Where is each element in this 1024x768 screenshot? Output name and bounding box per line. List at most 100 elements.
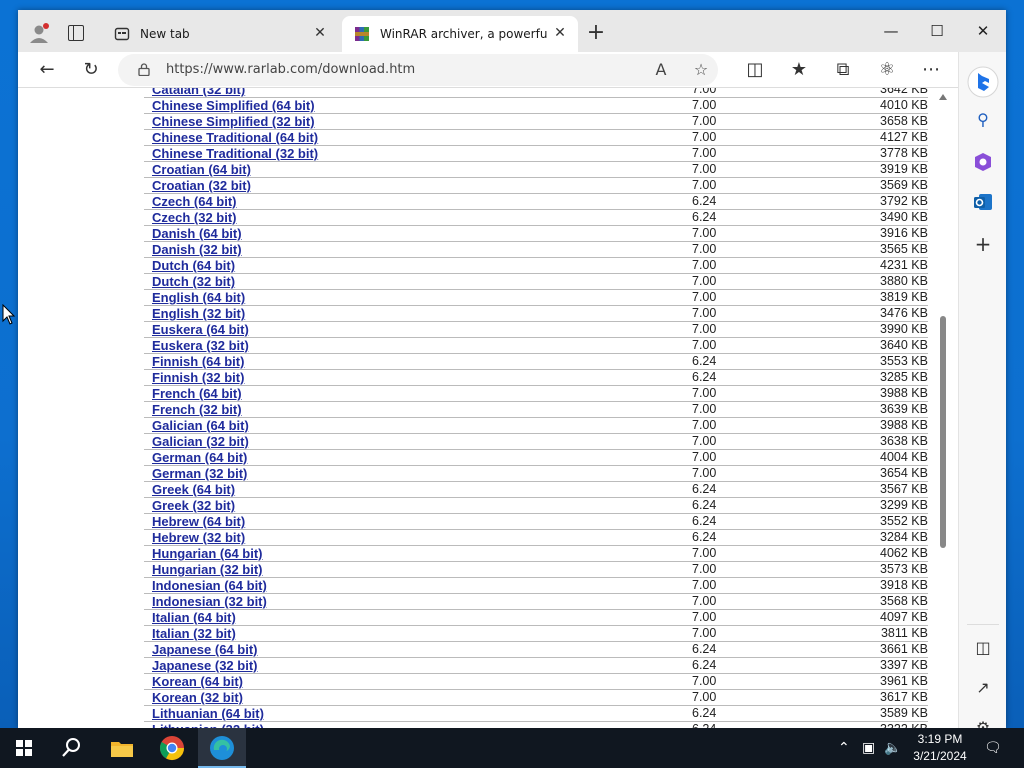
download-link[interactable]: Italian (64 bit) [152, 610, 236, 625]
version-cell: 7.00 [692, 98, 717, 112]
download-link[interactable]: French (64 bit) [152, 386, 242, 401]
edge-icon[interactable] [208, 734, 236, 762]
download-link[interactable]: Euskera (64 bit) [152, 322, 249, 337]
lock-icon[interactable] [138, 63, 150, 76]
size-cell: 3916 KB [880, 226, 928, 240]
version-cell: 6.24 [692, 642, 717, 656]
file-explorer-icon[interactable] [108, 734, 136, 762]
download-link[interactable]: Greek (64 bit) [152, 482, 235, 497]
download-link[interactable]: Japanese (64 bit) [152, 642, 258, 657]
download-link[interactable]: Czech (64 bit) [152, 194, 237, 209]
download-link[interactable]: Galician (32 bit) [152, 434, 249, 449]
favorite-star-icon[interactable]: ☆ [690, 59, 712, 81]
add-sidebar-app-icon[interactable]: + [971, 232, 995, 256]
download-link[interactable]: Chinese Traditional (32 bit) [152, 146, 318, 161]
download-link[interactable]: Euskera (32 bit) [152, 338, 249, 353]
system-clock[interactable]: 3:19 PM 3/21/2024 [904, 731, 976, 765]
start-windows-icon[interactable] [10, 734, 38, 762]
download-link[interactable]: Hungarian (32 bit) [152, 562, 263, 577]
download-link[interactable]: English (32 bit) [152, 306, 245, 321]
download-link[interactable]: Dutch (64 bit) [152, 258, 235, 273]
download-link[interactable]: Czech (32 bit) [152, 210, 237, 225]
download-link[interactable]: Chinese Simplified (64 bit) [152, 98, 315, 113]
tab-new-tab[interactable]: New tab ✕ [102, 16, 338, 52]
download-link[interactable]: Indonesian (32 bit) [152, 594, 267, 609]
version-cell: 6.24 [692, 370, 717, 384]
download-link[interactable]: Hungarian (64 bit) [152, 546, 263, 561]
version-cell: 7.00 [692, 258, 717, 272]
download-link[interactable]: German (32 bit) [152, 466, 247, 481]
tab-winrar[interactable]: WinRAR archiver, a powerful tool ✕ [342, 16, 578, 52]
new-tab-button[interactable]: + [584, 22, 608, 46]
hide-sidebar-icon[interactable]: ◫ [971, 636, 995, 660]
download-row: Dutch (64 bit) 7.00 4231 KB [144, 258, 928, 274]
more-options-icon[interactable]: ⋯ [918, 58, 944, 82]
close-window-button[interactable]: ✕ [968, 18, 998, 44]
performance-icon[interactable]: ⚛ [874, 58, 900, 82]
url-text[interactable]: https://www.rarlab.com/download.htm [166, 62, 415, 77]
network-icon[interactable]: ▣ [862, 740, 875, 756]
close-tab-button[interactable]: ✕ [308, 22, 332, 46]
download-link[interactable]: Hebrew (32 bit) [152, 530, 245, 545]
volume-muted-icon[interactable]: 🔈 [884, 740, 901, 756]
download-link[interactable]: Korean (32 bit) [152, 690, 243, 705]
tab-actions-icon[interactable] [68, 25, 84, 41]
download-link[interactable]: Italian (32 bit) [152, 626, 236, 641]
external-link-icon[interactable]: ↗ [971, 676, 995, 700]
scrollbar-thumb[interactable] [940, 316, 946, 548]
version-cell: 7.00 [692, 274, 717, 288]
download-link[interactable]: Lithuanian (64 bit) [152, 706, 264, 721]
size-cell: 3476 KB [880, 306, 928, 320]
address-bar[interactable]: https://www.rarlab.com/download.htm A ☆ [118, 54, 718, 86]
download-link[interactable]: Chinese Simplified (32 bit) [152, 114, 315, 129]
download-link[interactable]: Hebrew (64 bit) [152, 514, 245, 529]
maximize-button[interactable]: ☐ [922, 18, 952, 44]
download-link[interactable]: German (64 bit) [152, 450, 247, 465]
office-icon[interactable] [971, 150, 995, 174]
download-link[interactable]: Chinese Traditional (64 bit) [152, 130, 318, 145]
version-cell: 7.00 [692, 690, 717, 704]
read-aloud-icon[interactable]: A [650, 59, 672, 81]
download-link[interactable]: Korean (64 bit) [152, 674, 243, 689]
download-link[interactable]: French (32 bit) [152, 402, 242, 417]
favorites-icon[interactable]: ★ [786, 58, 812, 82]
minimize-button[interactable]: — [876, 18, 906, 44]
download-link[interactable]: Croatian (64 bit) [152, 162, 251, 177]
download-link[interactable]: Indonesian (64 bit) [152, 578, 267, 593]
outlook-icon[interactable] [971, 190, 995, 214]
download-row: Greek (32 bit) 6.24 3299 KB [144, 498, 928, 514]
download-link[interactable]: Croatian (32 bit) [152, 178, 251, 193]
back-icon[interactable]: ← [34, 58, 60, 82]
scroll-up-arrow-icon[interactable] [939, 94, 947, 100]
mouse-cursor-icon [2, 304, 16, 325]
notifications-icon[interactable]: 🗨 [984, 740, 1002, 756]
download-link[interactable]: Catalan (32 bit) [152, 88, 245, 97]
split-screen-icon[interactable]: ◫ [742, 58, 768, 82]
version-cell: 6.24 [692, 514, 717, 528]
download-link[interactable]: Finnish (64 bit) [152, 354, 244, 369]
refresh-icon[interactable]: ↻ [78, 58, 104, 82]
vertical-scrollbar[interactable] [936, 90, 950, 726]
size-cell: 3299 KB [880, 498, 928, 512]
chrome-icon[interactable] [158, 734, 186, 762]
size-cell: 3573 KB [880, 562, 928, 576]
search-taskbar-icon[interactable] [58, 734, 86, 762]
version-cell: 7.00 [692, 594, 717, 608]
close-tab-button[interactable]: ✕ [548, 22, 572, 46]
settings-gear-icon[interactable]: ⚙ [971, 716, 995, 728]
show-hidden-icons-icon[interactable]: ⌃ [838, 740, 850, 756]
download-link[interactable]: Finnish (32 bit) [152, 370, 244, 385]
download-link[interactable]: Danish (32 bit) [152, 242, 242, 257]
download-link[interactable]: Galician (64 bit) [152, 418, 249, 433]
download-link[interactable]: English (64 bit) [152, 290, 245, 305]
download-link[interactable]: Greek (32 bit) [152, 498, 235, 513]
download-link[interactable]: Japanese (32 bit) [152, 658, 258, 673]
search-icon[interactable]: ⚲ [971, 108, 995, 132]
browser-window: New tab ✕ WinRAR archiver, a powerful to… [18, 10, 1006, 728]
collections-icon[interactable]: ⧉ [830, 58, 856, 82]
download-link[interactable]: Dutch (32 bit) [152, 274, 235, 289]
profile-icon[interactable] [28, 22, 50, 44]
version-cell: 7.00 [692, 402, 717, 416]
copilot-icon[interactable] [967, 66, 999, 98]
download-link[interactable]: Danish (64 bit) [152, 226, 242, 241]
